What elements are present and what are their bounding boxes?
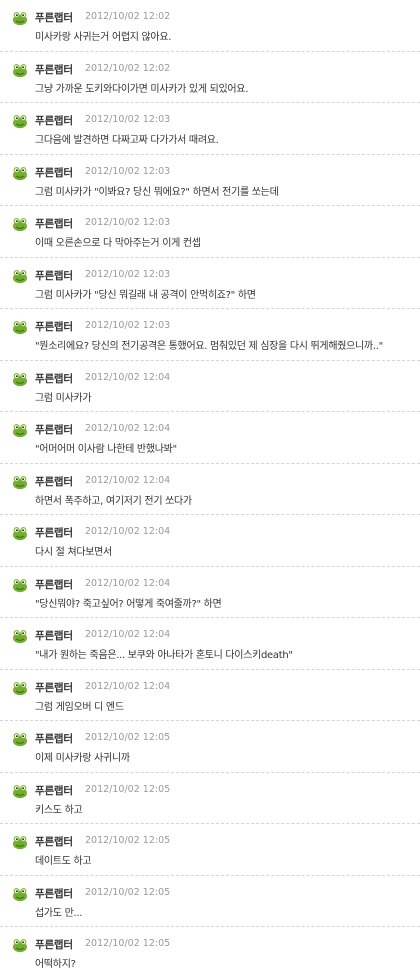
comment-item: 푸른랩터 2012/10/02 12:03 이때 오른손으로 다 막아주는거 이… (0, 206, 420, 258)
comment-text: "어머어머 이사람 나한테 반했나봐" (35, 444, 177, 455)
comment-timestamp: 2012/10/02 12:04 (85, 629, 171, 640)
comment-item: 푸른랩터 2012/10/02 12:05 이제 미사카랑 사귀니까 (0, 721, 420, 773)
comment-author[interactable]: 푸른랩터 (35, 165, 73, 180)
comment-text: 키스도 하고 (35, 804, 83, 816)
comment-author[interactable]: 푸른랩터 (35, 474, 73, 489)
frog-avatar-icon[interactable] (12, 834, 28, 850)
frog-avatar-icon[interactable] (12, 628, 28, 644)
frog-avatar-icon[interactable] (12, 731, 28, 747)
comment-text: "당신뭐야? 죽고싶어? 어떻게 죽여줄까?" 하면 (35, 598, 222, 610)
frog-avatar-icon[interactable] (12, 216, 28, 232)
frog-avatar-icon[interactable] (12, 371, 28, 387)
comment-timestamp: 2012/10/02 12:02 (85, 62, 171, 74)
frog-avatar-icon[interactable] (12, 268, 28, 284)
comment-author[interactable]: 푸른랩터 (35, 937, 73, 952)
comment-author[interactable]: 푸른랩터 (35, 216, 73, 231)
frog-avatar-icon[interactable] (12, 783, 28, 799)
comment-author[interactable]: 푸른랩터 (35, 319, 73, 334)
comment-text: 이제 미사카랑 사귀니까 (35, 753, 130, 764)
comment-text: 그럼 게임오버 디 엔드 (35, 701, 124, 713)
frog-avatar-icon[interactable] (12, 577, 28, 593)
comment-author[interactable]: 푸른랩터 (35, 731, 73, 746)
comment-item: 푸른랩터 2012/10/02 12:04 "내가 원하는 죽음은... 보쿠와… (0, 618, 420, 670)
comment-item: 푸른랩터 2012/10/02 12:03 그럼 미사카가 "당신 뭐길래 내 … (0, 258, 420, 309)
comment-timestamp: 2012/10/02 12:03 (85, 114, 171, 125)
frog-avatar-icon[interactable] (12, 474, 28, 490)
comment-text: "내가 원하는 죽음은... 보쿠와 아나타가 혼토니 다이스키death" (35, 650, 293, 661)
comment-item: 푸른랩터 2012/10/02 12:03 그다음에 발견하면 다짜고짜 다가가… (0, 103, 420, 155)
comment-timestamp: 2012/10/02 12:04 (85, 423, 171, 434)
comment-author[interactable]: 푸른랩터 (35, 680, 73, 695)
comment-text: 다시 절 쳐다보면서 (35, 547, 112, 558)
comment-timestamp: 2012/10/02 12:03 (85, 165, 171, 177)
comment-timestamp: 2012/10/02 12:04 (85, 680, 171, 692)
comment-author[interactable]: 푸른랩터 (35, 577, 73, 592)
comment-item: 푸른랩터 2012/10/02 12:04 그럼 미사카가 (0, 361, 420, 412)
comment-text: 그럼 미사카가 "이봐요? 당신 뭐에요?" 하면서 전기를 쏘는데 (35, 186, 279, 198)
frog-avatar-icon[interactable] (12, 422, 28, 438)
comment-item: 푸른랩터 2012/10/02 12:03 "뭔소리에요? 당신의 전기공격은 … (0, 309, 420, 361)
frog-avatar-icon[interactable] (12, 680, 28, 696)
comment-timestamp: 2012/10/02 12:05 (85, 835, 171, 846)
comment-author[interactable]: 푸른랩터 (35, 628, 73, 643)
comment-timestamp: 2012/10/02 12:03 (85, 217, 171, 228)
comment-timestamp: 2012/10/02 12:05 (85, 886, 171, 898)
comment-text: 어떡하지? (35, 959, 76, 970)
comment-item: 푸른랩터 2012/10/02 12:05 어떡하지? (0, 927, 420, 979)
comment-list: 푸른랩터 2012/10/02 12:02 미사카랑 사귀는거 어렵지 않아요.… (0, 0, 420, 979)
comment-text: 그다음에 발견하면 다짜고짜 다가가서 때려요. (35, 135, 219, 146)
frog-avatar-icon[interactable] (12, 62, 28, 78)
comment-text: 그냥 가까운 도키와다이가면 미사카가 있게 되있어요. (35, 83, 249, 95)
comment-author[interactable]: 푸른랩터 (35, 422, 73, 437)
comment-item: 푸른랩터 2012/10/02 12:04 다시 절 쳐다보면서 (0, 515, 420, 567)
comment-author[interactable]: 푸른랩터 (35, 62, 73, 77)
comment-author[interactable]: 푸른랩터 (35, 834, 73, 849)
frog-avatar-icon[interactable] (12, 319, 28, 335)
comment-author[interactable]: 푸른랩터 (35, 783, 73, 798)
comment-item: 푸른랩터 2012/10/02 12:04 그럼 게임오버 디 엔드 (0, 670, 420, 721)
comment-item: 푸른랩터 2012/10/02 12:04 하면서 폭주하고, 여기저기 전기 … (0, 464, 420, 515)
comment-timestamp: 2012/10/02 12:04 (85, 526, 171, 537)
frog-avatar-icon[interactable] (12, 113, 28, 129)
comment-timestamp: 2012/10/02 12:04 (85, 577, 171, 589)
frog-avatar-icon[interactable] (12, 886, 28, 902)
comment-timestamp: 2012/10/02 12:02 (85, 11, 171, 22)
frog-avatar-icon[interactable] (12, 165, 28, 181)
frog-avatar-icon[interactable] (12, 937, 28, 953)
comment-author[interactable]: 푸른랩터 (35, 525, 73, 540)
comment-text: 이때 오른손으로 다 막아주는거 이게 컨셉 (35, 238, 201, 249)
comment-timestamp: 2012/10/02 12:04 (85, 371, 171, 383)
comment-text: 섭가도 만... (35, 907, 83, 919)
comment-item: 푸른랩터 2012/10/02 12:04 "어머어머 이사람 나한테 반했나봐… (0, 412, 420, 464)
comment-item: 푸른랩터 2012/10/02 12:03 그럼 미사카가 "이봐요? 당신 뭐… (0, 155, 420, 206)
comment-text: 그럼 미사카가 (35, 392, 92, 404)
comment-timestamp: 2012/10/02 12:05 (85, 783, 171, 795)
comment-timestamp: 2012/10/02 12:04 (85, 474, 171, 486)
comment-text: 그럼 미사카가 "당신 뭐길래 내 공격이 안먹히죠?" 하면 (35, 289, 256, 301)
comment-item: 푸른랩터 2012/10/02 12:02 미사카랑 사귀는거 어렵지 않아요. (0, 0, 420, 52)
comment-timestamp: 2012/10/02 12:03 (85, 268, 171, 280)
comment-timestamp: 2012/10/02 12:05 (85, 732, 171, 743)
comment-text: 데이트도 하고 (35, 856, 92, 867)
comment-author[interactable]: 푸른랩터 (35, 113, 73, 128)
comment-author[interactable]: 푸른랩터 (35, 371, 73, 386)
comment-item: 푸른랩터 2012/10/02 12:02 그냥 가까운 도키와다이가면 미사카… (0, 52, 420, 103)
comment-text: "뭔소리에요? 당신의 전기공격은 통했어요. 멈춰있던 제 심장을 다시 뛰게… (35, 341, 383, 352)
comment-text: 하면서 폭주하고, 여기저기 전기 쏘다가 (35, 495, 192, 507)
comment-author[interactable]: 푸른랩터 (35, 886, 73, 901)
comment-timestamp: 2012/10/02 12:03 (85, 320, 171, 331)
comment-item: 푸른랩터 2012/10/02 12:05 데이트도 하고 (0, 824, 420, 876)
comment-text: 미사카랑 사귀는거 어렵지 않아요. (35, 32, 172, 43)
frog-avatar-icon[interactable] (12, 10, 28, 26)
frog-avatar-icon[interactable] (12, 525, 28, 541)
comment-item: 푸른랩터 2012/10/02 12:04 "당신뭐야? 죽고싶어? 어떻게 죽… (0, 567, 420, 618)
comment-item: 푸른랩터 2012/10/02 12:05 키스도 하고 (0, 773, 420, 824)
comment-item: 푸른랩터 2012/10/02 12:05 섭가도 만... (0, 876, 420, 927)
comment-timestamp: 2012/10/02 12:05 (85, 938, 171, 949)
comment-author[interactable]: 푸른랩터 (35, 10, 73, 25)
comment-author[interactable]: 푸른랩터 (35, 268, 73, 283)
